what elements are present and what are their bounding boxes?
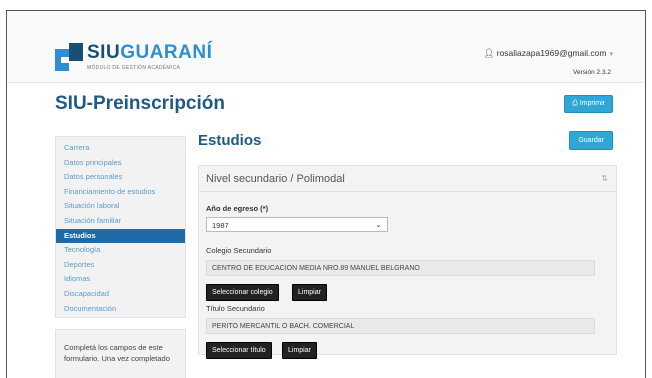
logo-mark-icon: [55, 43, 83, 71]
degree-field[interactable]: PERITO MERCANTIL O BACH. COMERCIAL: [206, 318, 595, 334]
sidebar-list: Carrera Datos principales Datos personales…: [56, 137, 185, 316]
clear-school-button[interactable]: Limpiar: [292, 284, 327, 301]
clear-degree-button[interactable]: Limpiar: [282, 342, 317, 359]
sidebar-item-documentacion[interactable]: Documentación: [56, 302, 185, 317]
sidebar-item-estudios[interactable]: Estudios: [56, 228, 185, 244]
collapse-icon[interactable]: ⇅: [601, 174, 608, 183]
sidebar-item-carrera[interactable]: Carrera: [56, 141, 185, 156]
secondary-studies-panel: Nivel secundario / Polimodal ⇅ Año de eg…: [198, 165, 617, 359]
panel-divider: [199, 191, 616, 192]
print-button[interactable]: ⎙ Imprimir: [564, 95, 613, 113]
browser-frame: SIUGUARANÍ MÓDULO DE GESTIÓN ACADÉMICA 👤…: [6, 10, 646, 378]
year-select-value: 1987: [212, 221, 229, 230]
user-email: rosaliazapa1969@gmail.com: [496, 48, 607, 58]
sidebar-nav: Carrera Datos principales Datos personales…: [55, 136, 186, 318]
sidebar-item-situacion-familiar[interactable]: Situación familiar: [56, 214, 185, 229]
sidebar-item-datos-personales[interactable]: Datos personales: [56, 170, 185, 185]
print-button-label: Imprimir: [579, 100, 605, 107]
logo-guarani: GUARANÍ: [120, 42, 213, 63]
panel-title: Nivel secundario / Polimodal: [206, 173, 345, 185]
user-menu[interactable]: 👤︎ rosaliazapa1969@gmail.com ▾: [484, 48, 613, 59]
year-select[interactable]: 1987 ⌄: [206, 217, 388, 232]
school-field[interactable]: CENTRO DE EDUCACION MEDIA NRO.89 MANUEL …: [206, 260, 595, 276]
chevron-down-icon: ▾: [609, 51, 613, 58]
sidebar-item-situacion-laboral[interactable]: Situación laboral: [56, 199, 185, 214]
info-box: Completá los campos de este formulario. …: [55, 329, 186, 378]
section-title: Estudios: [198, 132, 262, 149]
siu-guarani-logo[interactable]: SIUGUARANÍ MÓDULO DE GESTIÓN ACADÉMICA: [55, 40, 212, 76]
degree-label: Título Secundario: [206, 304, 265, 313]
print-icon: ⎙: [572, 100, 578, 107]
logo-siu: SIU: [87, 42, 121, 63]
select-school-button[interactable]: Seleccionar colegio: [206, 284, 279, 301]
version-label: Versión 2.3.2: [573, 69, 611, 76]
sidebar-item-datos-principales[interactable]: Datos principales: [56, 156, 185, 171]
user-icon: 👤︎: [483, 48, 495, 58]
logo-text: SIUGUARANÍ: [87, 42, 212, 64]
save-button[interactable]: Guardar: [569, 131, 613, 150]
page-title: SIU-Preinscripción: [55, 93, 225, 114]
chevron-down-icon: ⌄: [375, 220, 382, 229]
sidebar-item-idiomas[interactable]: Idiomas: [56, 272, 185, 287]
year-label: Año de egreso (*): [206, 204, 269, 213]
school-label: Colegio Secundario: [206, 246, 272, 255]
app-header: SIUGUARANÍ MÓDULO DE GESTIÓN ACADÉMICA 👤…: [7, 11, 645, 83]
sidebar-item-discapacidad[interactable]: Discapacidad: [56, 287, 185, 302]
logo-subtitle: MÓDULO DE GESTIÓN ACADÉMICA: [87, 65, 181, 71]
sidebar-item-deportes[interactable]: Deportes: [56, 258, 185, 273]
sidebar-item-tecnologia[interactable]: Tecnología: [56, 243, 185, 258]
sidebar-item-financiamiento-de-estudios[interactable]: Financiamiento de estudios: [56, 185, 185, 200]
select-degree-button[interactable]: Seleccionar título: [206, 342, 272, 359]
